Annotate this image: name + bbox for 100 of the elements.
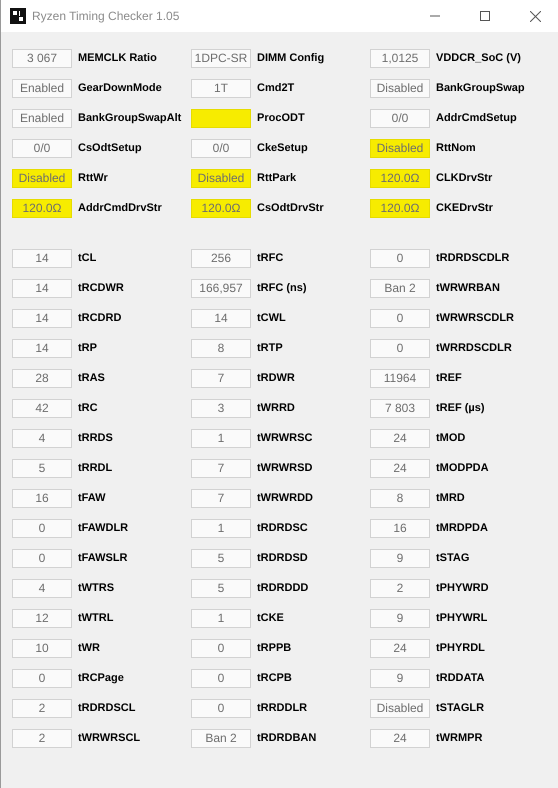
field-label: tRRDS	[78, 430, 113, 446]
field-label: tWRWRDD	[257, 490, 314, 506]
field-label: tFAW	[78, 490, 106, 506]
field-label: GearDownMode	[78, 80, 162, 96]
value-field: 0	[370, 248, 430, 268]
field-label: tRDRDSD	[257, 550, 308, 566]
close-icon[interactable]	[530, 10, 541, 22]
field-label: tWRWRSCDLR	[436, 310, 514, 326]
maximize-icon[interactable]	[480, 11, 490, 21]
value-field: 24	[370, 428, 430, 448]
field-label: tRCPage	[78, 670, 124, 686]
value-field: 120.0Ω	[370, 198, 430, 218]
value-field: 5	[12, 458, 72, 478]
field-label: tRCDWR	[78, 280, 124, 296]
value-field: 24	[370, 458, 430, 478]
value-field: 28	[12, 368, 72, 388]
value-field: 0	[12, 518, 72, 538]
field-label: tRDWR	[257, 370, 295, 386]
field-label: tWRRDSCDLR	[436, 340, 512, 356]
value-field: 120.0Ω	[12, 198, 72, 218]
value-field: 2	[370, 578, 430, 598]
value-field: 7	[191, 368, 251, 388]
field-label: tMODPDA	[436, 460, 489, 476]
field-label: tRRDL	[78, 460, 112, 476]
field-label: RttWr	[78, 170, 108, 186]
field-label: tRDRDBAN	[257, 730, 316, 746]
value-field: 7	[191, 488, 251, 508]
value-field: 3	[191, 398, 251, 418]
field-label: tRP	[78, 340, 97, 356]
value-field: 1	[191, 428, 251, 448]
field-label: CsOdtSetup	[78, 140, 142, 156]
value-field: Ban 2	[370, 278, 430, 298]
field-label: VDDCR_SoC (V)	[436, 50, 521, 66]
field-label: tRDDATA	[436, 670, 484, 686]
value-field: 256	[191, 248, 251, 268]
field-label: tRCPB	[257, 670, 292, 686]
value-field: 10	[12, 638, 72, 658]
field-label: CkeSetup	[257, 140, 308, 156]
value-field: Enabled	[12, 108, 72, 128]
value-field: 0/0	[370, 108, 430, 128]
field-label: tWRWRSC	[257, 430, 312, 446]
value-field: 7	[191, 458, 251, 478]
field-label: tMRDPDA	[436, 520, 488, 536]
field-label: tRRDDLR	[257, 700, 308, 716]
field-label: tSTAGLR	[436, 700, 484, 716]
value-field: Enabled	[12, 78, 72, 98]
field-label: tRFC	[257, 250, 284, 266]
value-field: 4	[12, 428, 72, 448]
field-label: AddrCmdSetup	[436, 110, 517, 126]
value-field: 12	[12, 608, 72, 628]
field-label: tMOD	[436, 430, 466, 446]
value-field: 14	[12, 278, 72, 298]
value-field: 7 803	[370, 398, 430, 418]
value-field: 1	[191, 608, 251, 628]
value-field: 4	[12, 578, 72, 598]
field-label: AddrCmdDrvStr	[78, 200, 162, 216]
field-label: RttNom	[436, 140, 476, 156]
value-field: 24	[370, 728, 430, 748]
value-field: 16	[12, 488, 72, 508]
value-field: 0	[191, 638, 251, 658]
value-field: 14	[191, 308, 251, 328]
field-label: tRTP	[257, 340, 283, 356]
value-field: 0	[370, 338, 430, 358]
field-label: tMRD	[436, 490, 465, 506]
app-icon	[10, 8, 26, 24]
value-field: 0/0	[191, 138, 251, 158]
value-field: 14	[12, 248, 72, 268]
field-label: Cmd2T	[257, 80, 294, 96]
field-label: tWRWRSD	[257, 460, 312, 476]
value-field: 1T	[191, 78, 251, 98]
value-field: 24	[370, 638, 430, 658]
field-label: tRAS	[78, 370, 105, 386]
value-field: 0/0	[12, 138, 72, 158]
value-field: 14	[12, 338, 72, 358]
value-field: 1	[191, 518, 251, 538]
field-label: CLKDrvStr	[436, 170, 492, 186]
value-field: 16	[370, 518, 430, 538]
value-field: 5	[191, 548, 251, 568]
field-label: tWRWRSCL	[78, 730, 140, 746]
field-label: tREF (µs)	[436, 400, 485, 416]
field-label: tSTAG	[436, 550, 470, 566]
field-label: tCL	[78, 250, 96, 266]
field-label: tRPPB	[257, 640, 292, 656]
value-field: Disabled	[370, 78, 430, 98]
value-field: Disabled	[12, 168, 72, 188]
window-title: Ryzen Timing Checker 1.05	[32, 8, 180, 25]
value-field: 1DPC-SR	[191, 48, 251, 68]
value-field: 0	[12, 668, 72, 688]
value-field: 166,957	[191, 278, 251, 298]
value-field: 9	[370, 668, 430, 688]
field-label: tPHYWRD	[436, 580, 489, 596]
field-label: tWRRD	[257, 400, 295, 416]
field-label: tRDRDSC	[257, 520, 308, 536]
field-label: tPHYWRL	[436, 610, 488, 626]
value-field: 2	[12, 728, 72, 748]
field-label: tRDRDSCDLR	[436, 250, 510, 266]
field-label: BankGroupSwapAlt	[78, 110, 182, 126]
field-label: tFAWDLR	[78, 520, 128, 536]
field-label: tRDRDSCL	[78, 700, 136, 716]
value-field: 9	[370, 548, 430, 568]
